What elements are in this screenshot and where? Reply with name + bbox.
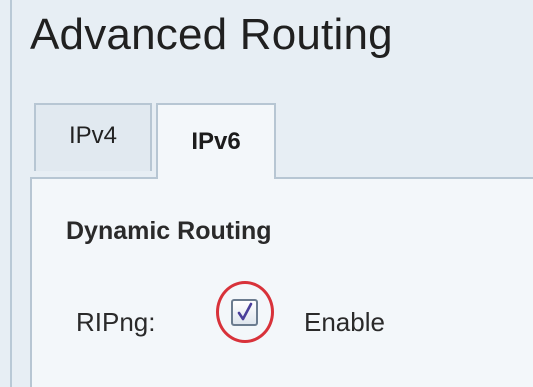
check-mark-icon <box>237 302 253 321</box>
panel-border <box>10 0 12 387</box>
tab-content-ipv6: Dynamic Routing RIPng: Enable <box>30 177 533 387</box>
page-title: Advanced Routing <box>30 10 393 59</box>
tab-ipv4[interactable]: IPv4 <box>34 103 152 171</box>
ripng-enable-label[interactable]: Enable <box>304 307 385 338</box>
advanced-routing-panel: Advanced Routing IPv4 IPv6 Dynamic Routi… <box>0 0 533 387</box>
tab-ipv6[interactable]: IPv6 <box>156 103 276 179</box>
ripng-label: RIPng: <box>76 307 156 337</box>
section-heading-dynamic-routing: Dynamic Routing <box>66 217 272 245</box>
ripng-enable-checkbox[interactable] <box>231 299 258 326</box>
